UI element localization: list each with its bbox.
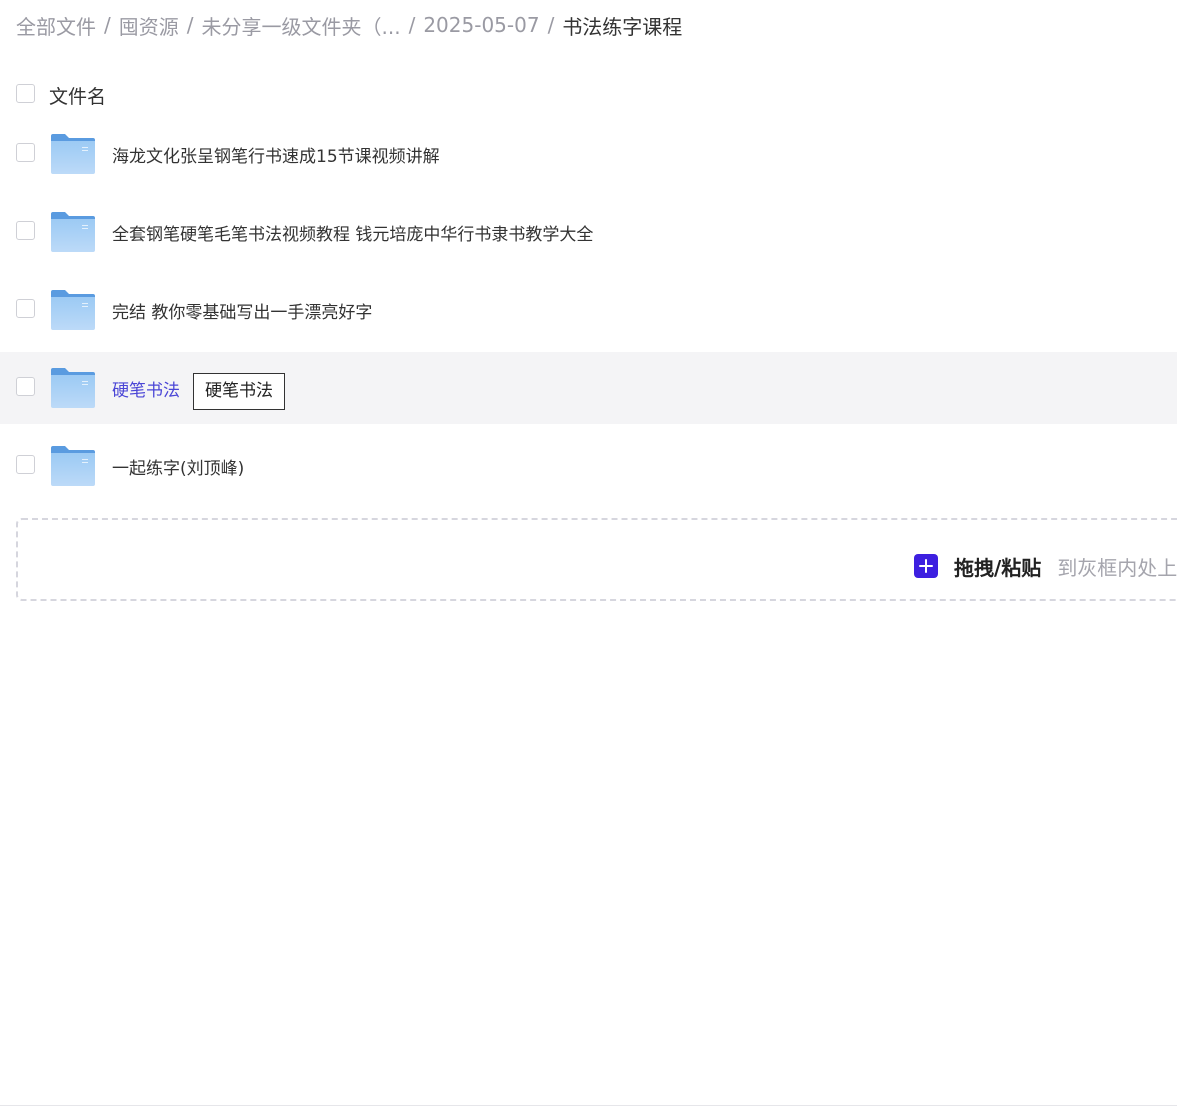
bottom-divider — [0, 1105, 1177, 1106]
file-row-hovered[interactable]: 硬笔书法 — [0, 352, 1177, 424]
folder-icon — [51, 368, 95, 408]
file-name[interactable]: 硬笔书法 — [112, 376, 180, 401]
breadcrumb-item-resources[interactable]: 囤资源 — [119, 11, 179, 40]
folder-icon — [51, 134, 95, 174]
drop-zone-action-label: 拖拽/粘贴 — [954, 555, 1042, 580]
file-row[interactable]: 完结 教你零基础写出一手漂亮好字 — [0, 274, 1177, 346]
breadcrumb: 全部文件 / 囤资源 / 未分享一级文件夹（... / 2025-05-07 /… — [16, 10, 682, 40]
file-row[interactable]: 全套钢笔硬笔毛笔书法视频教程 钱元培庞中华行书隶书教学大全 — [0, 196, 1177, 268]
file-name[interactable]: 一起练字(刘顶峰) — [112, 454, 244, 479]
file-name[interactable]: 完结 教你零基础写出一手漂亮好字 — [112, 298, 372, 323]
row-checkbox[interactable] — [16, 143, 35, 162]
select-all-checkbox[interactable] — [16, 84, 35, 103]
row-checkbox[interactable] — [16, 377, 35, 396]
drop-zone-hint: 到灰框内处上 — [1057, 555, 1177, 580]
folder-icon — [51, 290, 95, 330]
filename-tooltip: 硬笔书法 — [193, 373, 285, 410]
file-list-header: 文件名 — [0, 72, 1177, 116]
breadcrumb-separator: / — [104, 13, 111, 37]
file-row[interactable]: 海龙文化张呈钢笔行书速成15节课视频讲解 — [0, 118, 1177, 190]
breadcrumb-item-unshared-folder[interactable]: 未分享一级文件夹（... — [202, 11, 401, 40]
row-checkbox[interactable] — [16, 299, 35, 318]
row-checkbox[interactable] — [16, 221, 35, 240]
breadcrumb-item-date-folder[interactable]: 2025-05-07 — [423, 13, 539, 37]
breadcrumb-item-all-files[interactable]: 全部文件 — [16, 11, 96, 40]
breadcrumb-separator: / — [408, 13, 416, 37]
drop-zone-content: 拖拽/粘贴 到灰框内处上 — [914, 552, 1177, 580]
breadcrumb-separator: / — [186, 13, 194, 37]
row-checkbox[interactable] — [16, 455, 35, 474]
column-header-filename[interactable]: 文件名 — [49, 82, 106, 109]
breadcrumb-separator: / — [547, 13, 555, 37]
breadcrumb-item-current: 书法练字课程 — [562, 14, 683, 39]
file-row[interactable]: 一起练字(刘顶峰) — [0, 430, 1177, 502]
folder-icon — [51, 212, 95, 252]
file-name[interactable]: 海龙文化张呈钢笔行书速成15节课视频讲解 — [112, 142, 440, 167]
file-name[interactable]: 全套钢笔硬笔毛笔书法视频教程 钱元培庞中华行书隶书教学大全 — [112, 220, 593, 245]
folder-icon — [51, 446, 95, 486]
plus-icon[interactable] — [914, 554, 938, 578]
